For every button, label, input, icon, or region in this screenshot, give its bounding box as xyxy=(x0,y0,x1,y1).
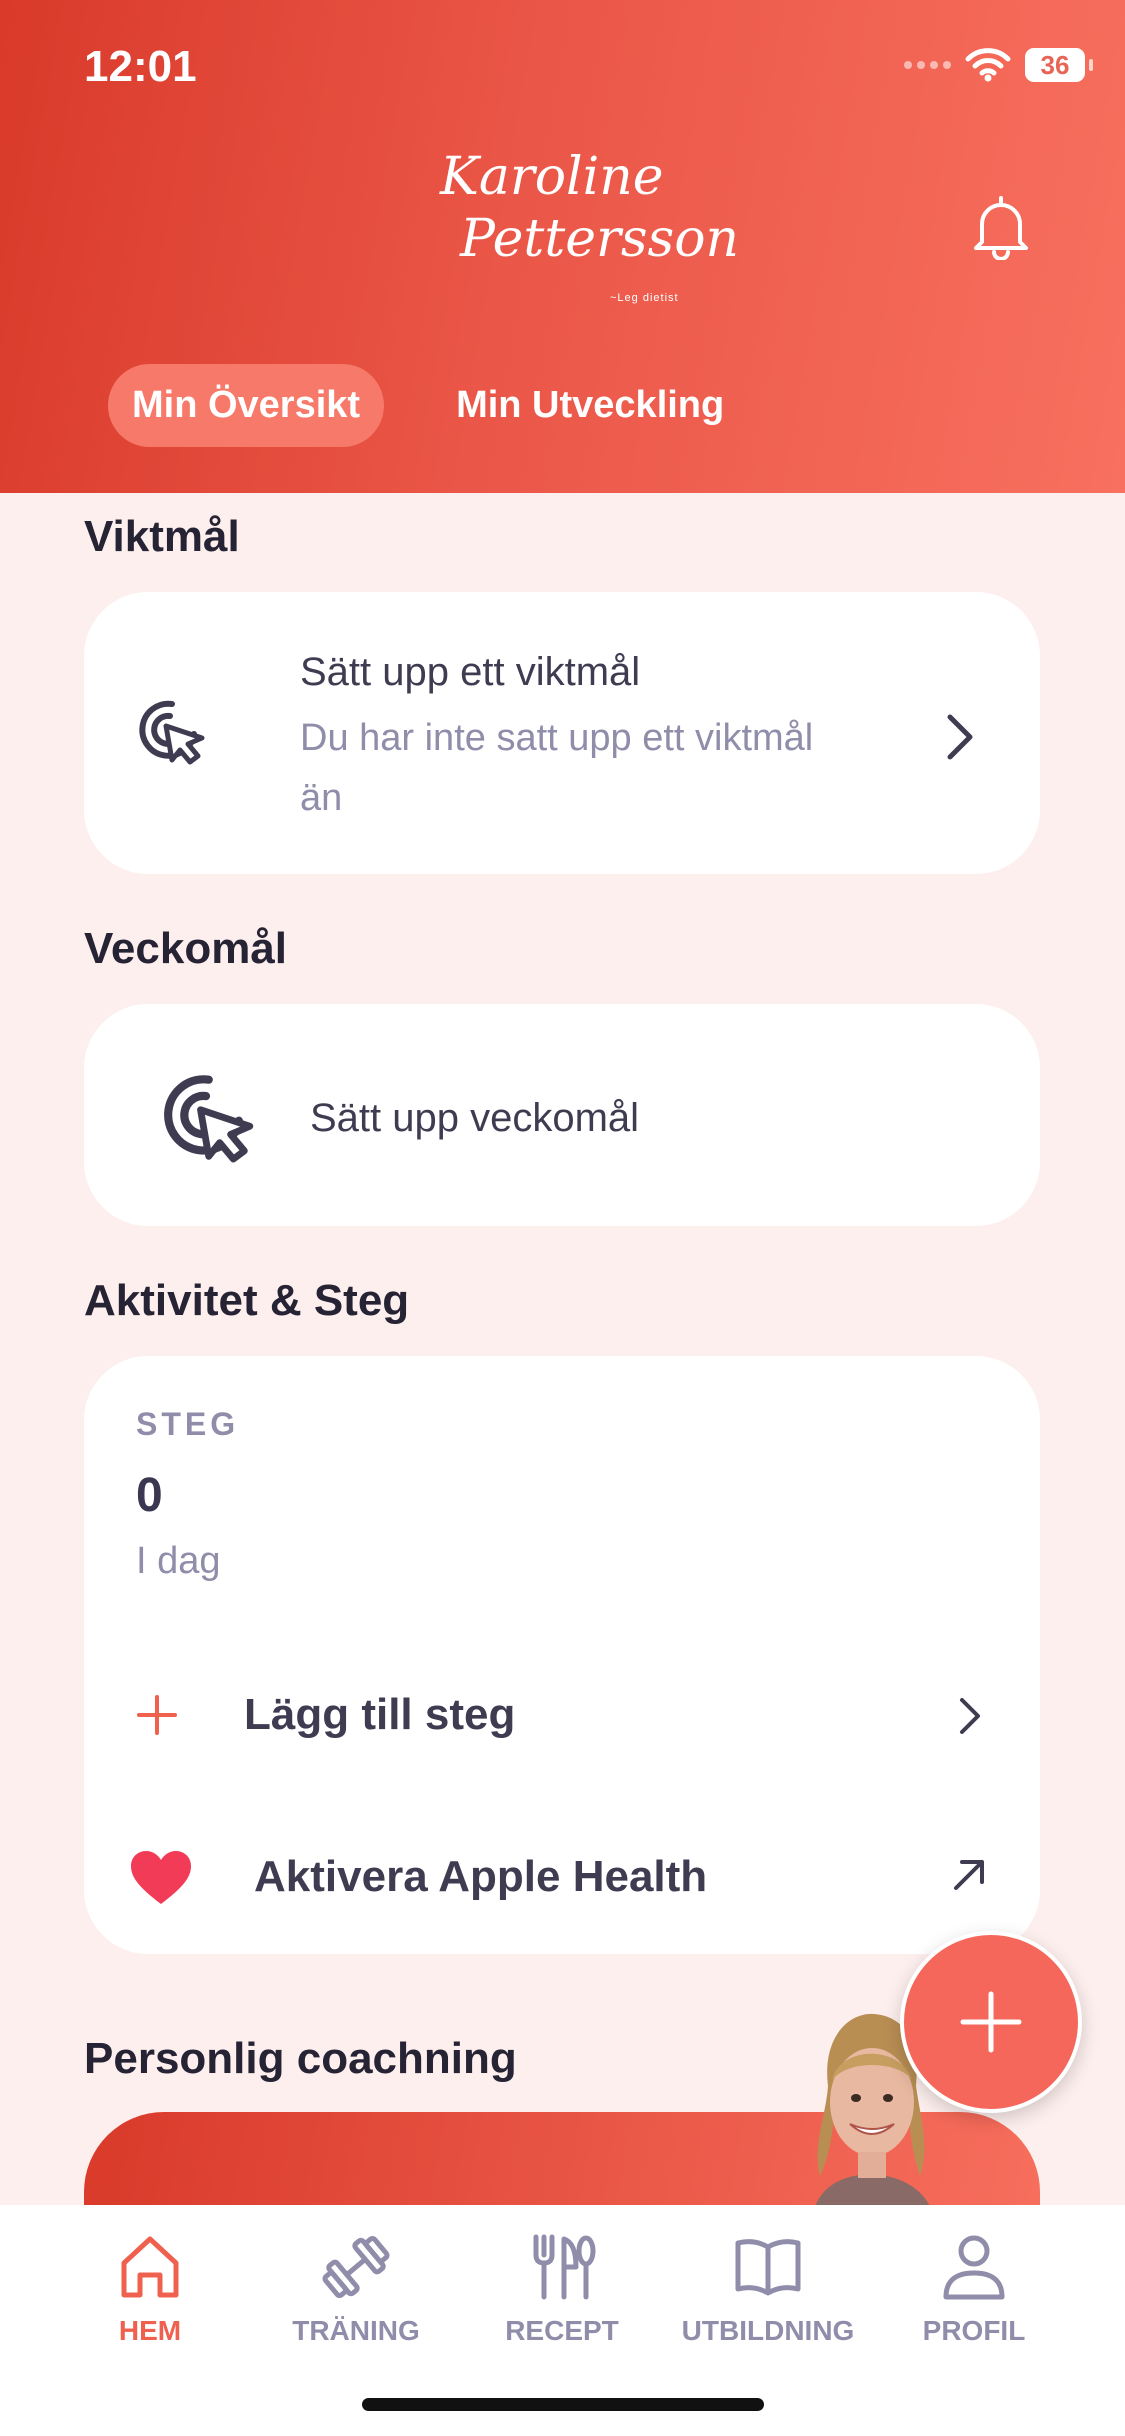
plus-icon xyxy=(960,1991,1022,2053)
brand-name-line2: Pettersson xyxy=(460,209,740,269)
tab-profil[interactable]: PROFIL xyxy=(874,2231,1074,2347)
tab-utbildning[interactable]: UTBILDNING xyxy=(668,2231,868,2347)
battery-icon: 36 xyxy=(1025,48,1093,82)
activity-section-title: Aktivitet & Steg xyxy=(84,1276,410,1325)
book-icon xyxy=(735,2239,801,2296)
tab-label: HEM xyxy=(118,2315,182,2346)
bell-icon[interactable] xyxy=(970,194,1032,260)
tab-traning[interactable]: TRÄNING xyxy=(256,2231,456,2347)
status-time: 12:01 xyxy=(84,42,197,91)
brand-subtitle: ~Leg dietist xyxy=(610,292,679,304)
activity-card: STEG 0 I dag Lägg till steg Aktivera App… xyxy=(84,1356,1040,1954)
steps-label: STEG xyxy=(136,1406,240,1442)
steps-period: I dag xyxy=(136,1540,221,1582)
brand-name-line1: Karoline xyxy=(440,147,664,207)
heart-icon xyxy=(131,1851,191,1904)
coaching-section-title: Personlig coachning xyxy=(84,2034,517,2083)
weekly-goal-label: Sätt upp veckomål xyxy=(310,1096,640,1140)
tab-label: UTBILDNING xyxy=(681,2315,855,2346)
home-icon xyxy=(121,2236,179,2298)
target-cursor-icon xyxy=(139,700,205,765)
weight-goal-subtitle: Du har inte satt upp ett viktmål än xyxy=(300,717,814,819)
steps-value: 0 xyxy=(136,1469,163,1522)
dumbbell-icon xyxy=(322,2235,390,2299)
plus-icon xyxy=(137,1695,177,1735)
weight-goal-title: Sätt upp ett viktmål xyxy=(300,650,641,694)
apple-health-row[interactable]: Aktivera Apple Health xyxy=(84,1826,1040,1926)
add-steps-label: Lägg till steg xyxy=(244,1690,516,1739)
tab-hem[interactable]: HEM xyxy=(50,2231,250,2347)
tab-min-utveckling[interactable]: Min Utveckling xyxy=(432,364,748,447)
signal-icon xyxy=(904,61,951,69)
chevron-right-icon xyxy=(960,1698,980,1734)
weight-goal-section-title: Viktmål xyxy=(84,512,240,561)
weight-goal-card[interactable]: Sätt upp ett viktmål Du har inte satt up… xyxy=(84,592,1040,874)
header: 12:01 36 Karoline Pettersson ~Leg dietis… xyxy=(0,0,1125,493)
tab-recept[interactable]: RECEPT xyxy=(462,2231,662,2347)
overview-tabs: Min Översikt Min Utveckling xyxy=(108,364,748,447)
add-steps-row[interactable]: Lägg till steg xyxy=(84,1664,1040,1764)
tab-label: RECEPT xyxy=(505,2315,619,2346)
wifi-icon xyxy=(965,48,1011,82)
weekly-goal-card[interactable]: Sätt upp veckomål xyxy=(84,1004,1040,1226)
tab-label: PROFIL xyxy=(922,2315,1026,2346)
brand-logo: Karoline Pettersson ~Leg dietist xyxy=(440,147,739,320)
utensils-icon xyxy=(533,2234,596,2300)
tab-min-oversikt[interactable]: Min Översikt xyxy=(108,364,385,447)
add-fab-button[interactable] xyxy=(900,1931,1082,2113)
external-link-arrow-icon xyxy=(954,1860,984,1890)
tab-label: TRÄNING xyxy=(292,2315,420,2346)
home-indicator[interactable] xyxy=(362,2398,764,2411)
chevron-right-icon xyxy=(947,714,973,760)
person-icon xyxy=(943,2235,1005,2300)
status-bar-right: 36 xyxy=(904,48,1093,82)
apple-health-label: Aktivera Apple Health xyxy=(254,1852,708,1901)
weekly-goal-section-title: Veckomål xyxy=(84,924,288,973)
target-cursor-icon xyxy=(164,1075,254,1163)
